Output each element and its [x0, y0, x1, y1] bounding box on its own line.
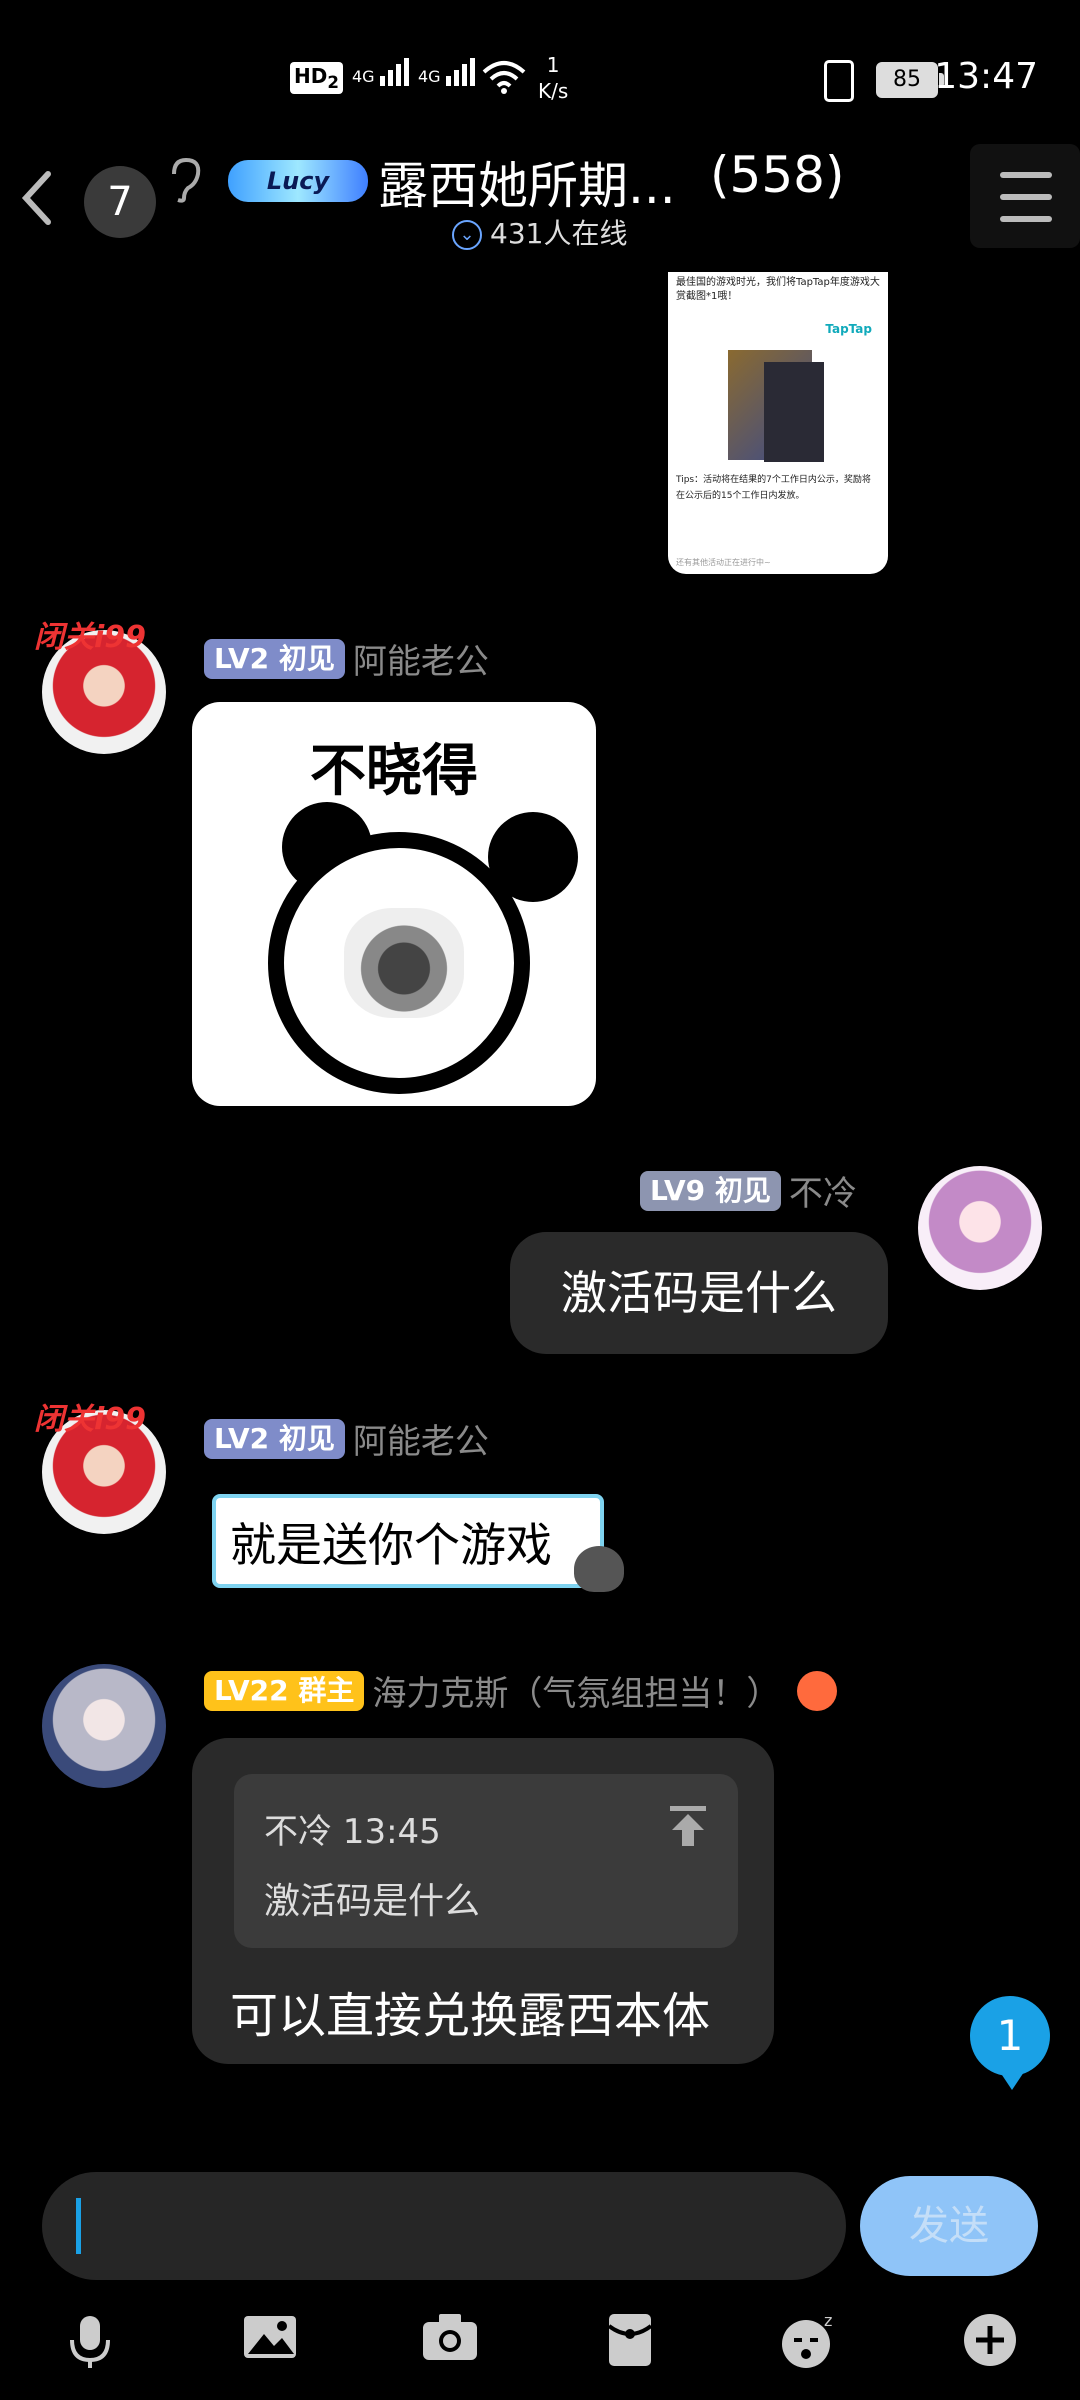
- sender-info: LV2 初见 阿能老公: [204, 1414, 489, 1463]
- text-caret: [76, 2198, 81, 2254]
- meme-sticker[interactable]: 不晓得: [192, 702, 596, 1106]
- avatar[interactable]: [42, 1664, 166, 1788]
- sender-info: LV9 初见 不冷: [640, 1166, 857, 1215]
- level-badge: LV2 初见: [204, 638, 345, 679]
- quote-text: 激活码是什么: [264, 1881, 481, 1922]
- shared-post-image-2: [764, 362, 824, 462]
- level-badge: LV9 初见: [640, 1170, 781, 1211]
- shared-post-footer: 还有其他活动正在进行中~: [676, 558, 771, 567]
- quoted-message[interactable]: 不冷 13:45 激活码是什么: [234, 1774, 738, 1948]
- message-bubble[interactable]: 就是送你个游戏: [212, 1494, 604, 1588]
- red-packet-icon[interactable]: [600, 2312, 660, 2372]
- menu-icon[interactable]: [970, 144, 1080, 248]
- new-message-badge[interactable]: 1: [970, 1996, 1050, 2090]
- jump-to-top-icon[interactable]: [668, 1804, 708, 1858]
- online-count[interactable]: ⌄ 431人在线: [452, 212, 627, 252]
- sender-name[interactable]: 阿能老公: [353, 642, 489, 682]
- back-icon[interactable]: [18, 168, 54, 244]
- mic-icon[interactable]: [60, 2312, 120, 2372]
- meme-caption: 不晓得: [310, 739, 478, 804]
- message-input[interactable]: [42, 2172, 846, 2280]
- level-badge: LV22 群主: [204, 1670, 365, 1711]
- ear-icon[interactable]: [166, 156, 204, 215]
- reply-message-bubble[interactable]: 不冷 13:45 激活码是什么 可以直接兑换露西本体: [192, 1738, 774, 2064]
- camera-icon[interactable]: [420, 2312, 480, 2372]
- sender-name[interactable]: 不冷: [789, 1174, 857, 1214]
- avatar-decoration: 闭关i99: [34, 620, 147, 655]
- panda-face: [344, 908, 464, 1018]
- emoji-icon[interactable]: z: [780, 2311, 840, 2372]
- wifi-icon: [482, 60, 526, 103]
- flower-badge-icon: [797, 1670, 838, 1711]
- group-logo: Lucy: [228, 160, 368, 202]
- vibrate-icon: [824, 60, 854, 102]
- network-speed: 1 K/s: [538, 53, 569, 103]
- unread-count-badge[interactable]: 7: [84, 166, 156, 238]
- shared-post-card[interactable]: 最佳国的游戏时光，我们将TapTap年度游戏大赏截图*1哦！ TapTap Ti…: [668, 272, 888, 574]
- shared-post-tips: Tips：活动将在结果的7个工作日内公示，奖励将在公示后的15个工作日内发放。: [676, 475, 871, 501]
- my-avatar[interactable]: [918, 1166, 1042, 1290]
- reply-text: 可以直接兑换露西本体: [230, 1988, 711, 2044]
- battery-icon: 85: [876, 62, 944, 98]
- quote-header: 不冷 13:45: [264, 1812, 441, 1852]
- send-button[interactable]: 发送: [860, 2176, 1038, 2276]
- plus-icon[interactable]: [960, 2312, 1020, 2372]
- member-count[interactable]: (558): [710, 146, 844, 204]
- group-title[interactable]: 露西她所期...: [378, 146, 676, 218]
- input-toolbar: z: [0, 2290, 1080, 2400]
- shared-post-text: 最佳国的游戏时光，我们将TapTap年度游戏大赏截图*1哦！: [676, 277, 880, 302]
- avatar-decoration: 闭关i99: [34, 1402, 147, 1437]
- image-icon[interactable]: [240, 2312, 300, 2372]
- shared-post-brand: TapTap: [825, 322, 872, 336]
- status-bar: HD2 4G 4G 1 K/s 85 13:47: [0, 0, 1080, 140]
- hd-voice-badge: HD2: [290, 62, 343, 94]
- svg-text:z: z: [824, 2312, 832, 2330]
- sender-name[interactable]: 阿能老公: [353, 1422, 489, 1462]
- level-badge: LV2 初见: [204, 1418, 345, 1459]
- bunny-sticker-icon: [574, 1546, 624, 1592]
- panda-head: [268, 832, 530, 1094]
- sender-name[interactable]: 海力克斯（气氛组担当！）: [372, 1674, 780, 1714]
- signal-strength-icon-1: 4G: [352, 58, 412, 86]
- clock: 13:47: [934, 56, 1038, 97]
- sender-info: LV22 群主 海力克斯（气氛组担当！）: [204, 1666, 838, 1715]
- message-bubble[interactable]: 激活码是什么: [510, 1232, 888, 1354]
- sender-info: LV2 初见 阿能老公: [204, 634, 489, 683]
- chevron-down-icon: ⌄: [452, 220, 482, 250]
- signal-strength-icon-2: 4G: [418, 58, 478, 86]
